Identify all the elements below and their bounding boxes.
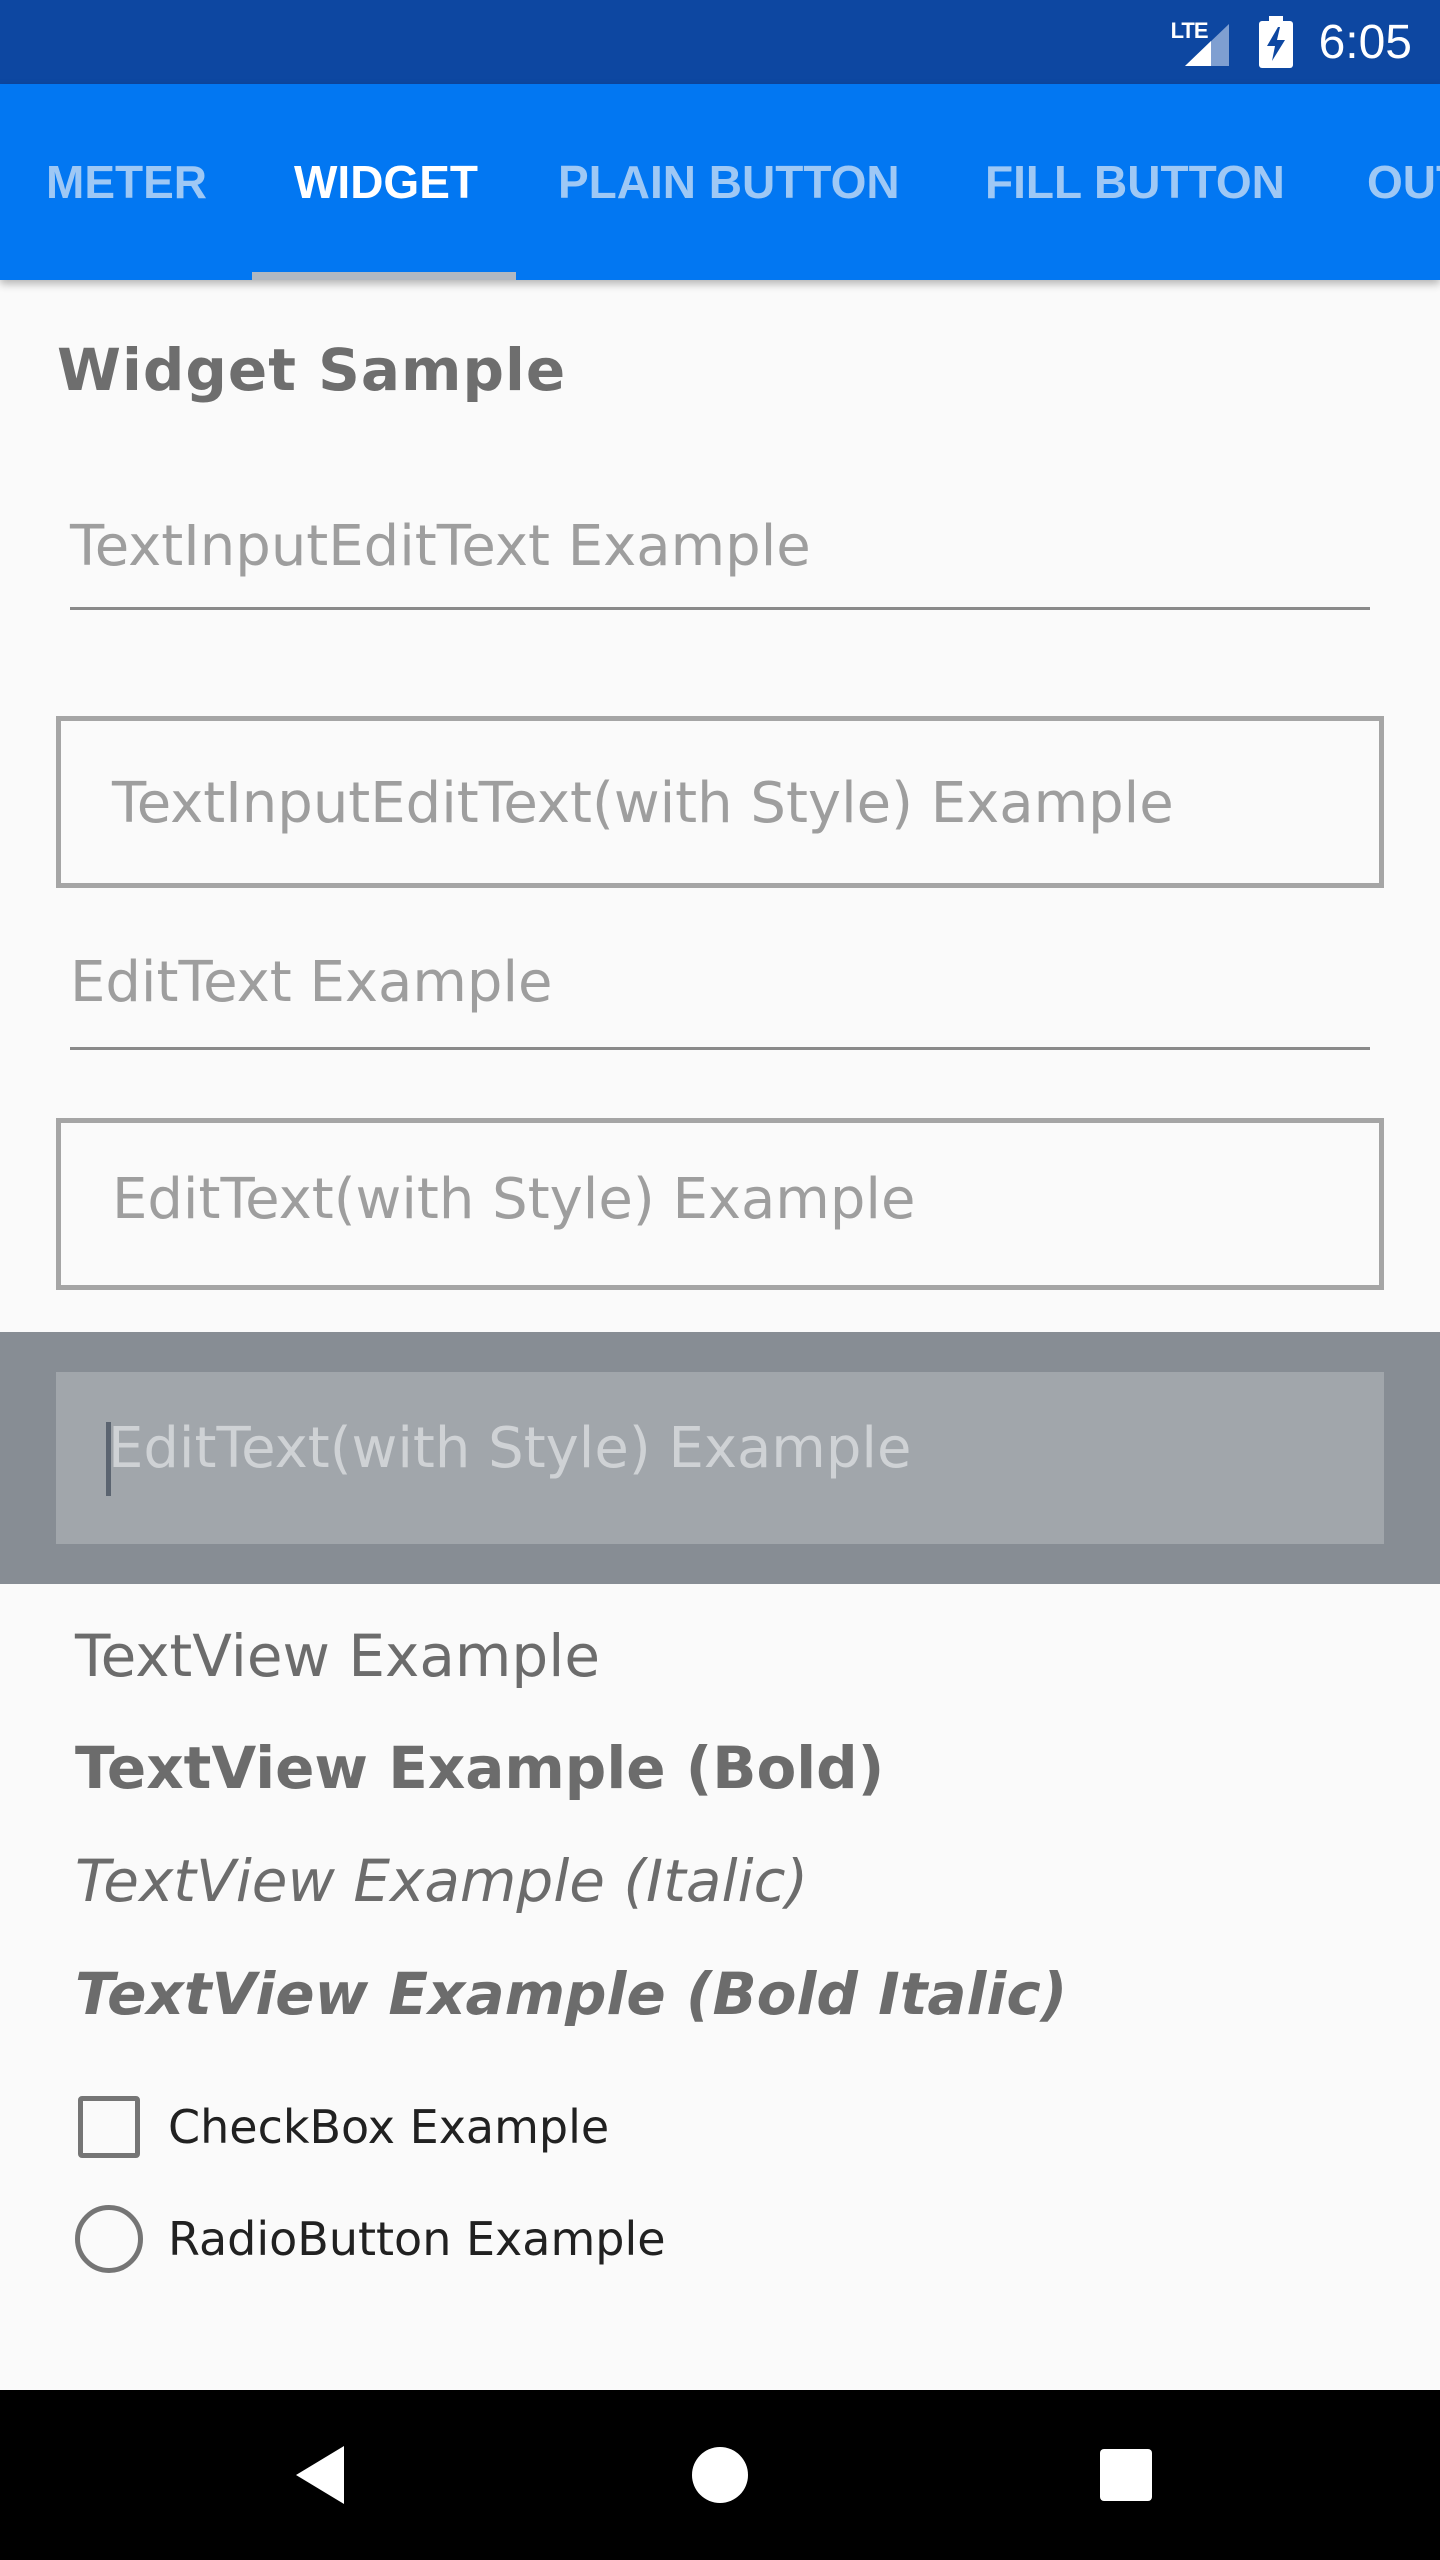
page-title: Widget Sample — [57, 336, 567, 404]
edit-text-focused-placeholder: EditText(with Style) Example — [108, 1416, 912, 1481]
widget-sample-content: Widget Sample TextInputEditText Example … — [0, 280, 1440, 2390]
focused-field-band: EditText(with Style) Example — [0, 1332, 1440, 1584]
tab-outline-button[interactable]: OUT — [1367, 84, 1440, 280]
radio-label: RadioButton Example — [168, 2212, 666, 2266]
radio-row[interactable]: RadioButton Example — [75, 2205, 666, 2273]
edit-text[interactable]: EditText Example — [70, 950, 1370, 1050]
tab-meter[interactable]: METER — [46, 84, 207, 280]
edit-text-placeholder: EditText Example — [70, 950, 553, 1015]
text-input-styled-placeholder: TextInputEditText(with Style) Example — [112, 771, 1174, 836]
home-icon[interactable] — [670, 2390, 770, 2560]
checkbox[interactable] — [78, 2096, 140, 2158]
text-input-edit-text[interactable]: TextInputEditText Example — [70, 514, 1370, 610]
checkbox-row[interactable]: CheckBox Example — [78, 2096, 609, 2158]
tab-fill-button[interactable]: FILL BUTTON — [985, 84, 1285, 280]
tab-indicator — [252, 272, 516, 280]
tab-bar: METER WIDGET PLAIN BUTTON FILL BUTTON OU… — [0, 84, 1440, 280]
edit-text-styled-focused[interactable]: EditText(with Style) Example — [56, 1372, 1384, 1544]
status-icons: LTE 6:05 — [1171, 0, 1412, 84]
radio-button[interactable] — [75, 2205, 143, 2273]
navigation-bar — [0, 2390, 1440, 2560]
text-input-placeholder: TextInputEditText Example — [70, 514, 811, 579]
tab-widget[interactable]: WIDGET — [294, 84, 478, 280]
textview-bold: TextView Example (Bold) — [75, 1734, 885, 1802]
network-type: LTE — [1170, 18, 1209, 43]
lte-signal-icon: LTE — [1171, 14, 1233, 70]
clock: 6:05 — [1318, 15, 1412, 69]
status-bar: LTE 6:05 — [0, 0, 1440, 84]
edit-text-styled[interactable]: EditText(with Style) Example — [56, 1118, 1384, 1290]
textview-italic: TextView Example (Italic) — [75, 1847, 809, 1915]
battery-charging-icon — [1258, 16, 1293, 68]
textview-regular: TextView Example — [75, 1622, 601, 1690]
back-icon[interactable] — [270, 2390, 370, 2560]
textview-bold-italic: TextView Example (Bold Italic) — [75, 1960, 1068, 2028]
recents-icon[interactable] — [1076, 2390, 1176, 2560]
text-input-edit-text-styled[interactable]: TextInputEditText(with Style) Example — [56, 716, 1384, 888]
checkbox-label: CheckBox Example — [168, 2100, 610, 2154]
tab-plain-button[interactable]: PLAIN BUTTON — [558, 84, 900, 280]
edit-text-styled-placeholder: EditText(with Style) Example — [112, 1167, 916, 1232]
